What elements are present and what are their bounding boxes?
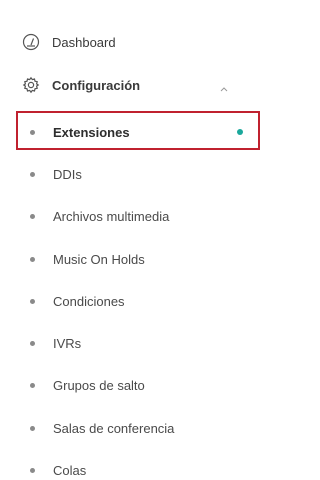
sub-item-music-on-holds[interactable]: Music On Holds xyxy=(0,238,257,280)
sub-item-ddis[interactable]: DDIs xyxy=(0,153,257,195)
bullet-icon xyxy=(30,129,35,135)
configuracion-submenu: Extensiones DDIs Archivos multimedia Mus… xyxy=(0,111,257,480)
sub-item-salas-de-conferencia[interactable]: Salas de conferencia xyxy=(0,407,257,449)
gear-icon xyxy=(22,76,40,94)
sub-item-archivos-multimedia[interactable]: Archivos multimedia xyxy=(0,196,257,238)
sub-item-extensiones[interactable]: Extensiones xyxy=(0,111,257,153)
dashboard-gauge-icon xyxy=(22,33,40,51)
sub-item-ivrs[interactable]: IVRs xyxy=(0,322,257,364)
sub-item-colas[interactable]: Colas xyxy=(0,449,257,480)
bullet-icon xyxy=(30,214,35,220)
bullet-icon xyxy=(30,468,35,474)
sub-item-condiciones[interactable]: Condiciones xyxy=(0,280,257,322)
sub-item-grupos-de-salto[interactable]: Grupos de salto xyxy=(0,365,257,407)
bullet-icon xyxy=(30,298,35,304)
sub-item-label: Colas xyxy=(53,463,87,479)
sub-item-label: Music On Holds xyxy=(53,251,145,267)
sub-item-label: Condiciones xyxy=(53,293,125,309)
chevron-up-icon[interactable] xyxy=(219,80,229,92)
sub-item-label: Extensiones xyxy=(53,124,130,140)
sub-item-label: Salas de conferencia xyxy=(53,420,175,436)
sub-item-label: Archivos multimedia xyxy=(53,209,170,225)
sub-item-label: Grupos de salto xyxy=(53,378,145,394)
nav-item-configuracion[interactable]: Configuración xyxy=(0,66,257,104)
nav-item-dashboard[interactable]: Dashboard xyxy=(0,23,257,61)
bullet-icon xyxy=(30,425,35,431)
bullet-icon xyxy=(30,171,35,177)
active-indicator-dot xyxy=(237,129,243,136)
nav-item-label: Configuración xyxy=(52,77,141,93)
nav-item-label: Dashboard xyxy=(52,34,116,50)
bullet-icon xyxy=(30,383,35,389)
sub-item-label: DDIs xyxy=(53,166,82,182)
bullet-icon xyxy=(30,341,35,347)
sub-item-label: IVRs xyxy=(53,336,82,352)
bullet-icon xyxy=(30,256,35,262)
